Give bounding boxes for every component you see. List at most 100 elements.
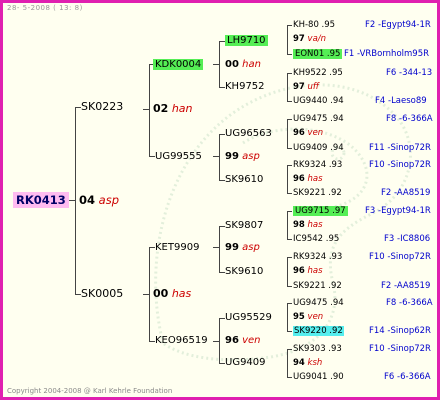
gen5-ring[interactable]: RK9324 .93 [293,160,342,170]
copyright-footer: Copyright 2004-2008 @ Karl Kehrle Founda… [7,387,173,395]
gen5-ring[interactable]: UG9041 .90 [293,372,344,382]
gen3-ring[interactable]: KET9909 [155,242,199,254]
gen5-ring-label[interactable]: UG9715 .97 [293,206,348,216]
gen5-ring[interactable]: UG9475 .94 [293,114,344,124]
gen3-note: asp [242,151,260,162]
gen5-year: 96 [293,266,305,276]
gen5-location: F1 -VRBornholm95R [344,49,430,59]
gen3-ring[interactable]: KDK0004 [153,59,204,71]
gen5-stats: 95 ven [293,312,323,322]
gen3-ring[interactable]: KEO96519 [155,335,208,347]
gen4-ring[interactable]: KH9752 [225,81,265,93]
gen3-year: 99 [225,151,239,162]
gen3-stats: 99 asp [225,151,260,163]
gen5-location: F2 -Egypt94-1R [365,20,431,30]
gen4-ring[interactable]: UG95529 [225,312,272,324]
gen4-ring[interactable]: UG9409 [225,357,266,369]
gen5-location: F11 -Sinop72R [369,143,431,153]
pedigree-frame: 28- 5-2008 ( 13: 8) RK0413 04 asp SK0223… [0,0,440,400]
gen5-note: uff [307,82,320,92]
gen5-location: F3 -Egypt94-1R [365,206,431,216]
gen5-ring[interactable]: IC9542 .95 [293,234,339,244]
gen5-stats: 96 has [293,266,323,276]
gen5-ring-label[interactable]: SK9220 .92 [293,326,344,336]
gen5-note: ven [307,128,324,138]
gen5-ring[interactable]: RK9324 .93 [293,252,342,262]
gen4-ring[interactable]: UG96563 [225,128,272,140]
dam-stats: 00 has [153,288,191,300]
gen5-stats: 96 has [293,174,323,184]
gen4-year: 00 [225,59,239,70]
gen5-ring[interactable]: UG9440 .94 [293,96,344,106]
root-pigeon[interactable]: RK0413 [13,192,69,208]
root-stats: 04 asp [79,194,119,206]
gen5-location: F14 -Sinop62R [369,326,431,336]
gen3-note: ven [242,335,261,346]
gen5-ring[interactable]: SK9220 .92 [293,326,344,336]
sire-ring[interactable]: SK0223 [81,101,123,113]
gen5-stats: 97 uff [293,82,319,92]
gen5-note: va/n [307,34,327,44]
gen5-location: F6 -344-13 [386,68,433,78]
gen5-note: has [307,266,323,276]
gen4-stats: 00 han [225,59,261,71]
dam-year: 00 [153,287,169,300]
gen5-location: F8 -6-366A [386,114,433,124]
root-year: 04 [79,193,96,207]
gen3-note: asp [242,242,260,253]
gen4-ring[interactable]: SK9807 [225,220,263,232]
gen5-year: 97 [293,34,305,44]
root-ring[interactable]: RK0413 [13,192,69,208]
gen4-note: han [242,59,261,70]
gen5-ring-label[interactable]: EON01 .95 [293,49,343,59]
gen5-ring[interactable]: KH-80 .95 [293,20,335,30]
gen5-note: ksh [307,358,323,368]
gen5-stats: 97 va/n [293,34,326,44]
gen5-year: 96 [293,128,305,138]
sire-stats: 02 han [153,103,193,115]
dam-note: has [171,287,192,300]
gen3-year: 96 [225,335,239,346]
root-note: asp [98,193,120,207]
gen5-location: F2 -AA8519 [381,188,431,198]
gen5-ring[interactable]: KH9522 .95 [293,68,343,78]
gen3-ring[interactable]: UG99555 [155,151,202,163]
gen4-ring[interactable]: LH9710 [225,35,268,47]
gen5-location: F10 -Sinop72R [369,252,431,262]
gen5-note: has [307,220,323,230]
gen5-note: has [307,174,323,184]
gen5-ring[interactable]: EON01 .95 [293,49,343,59]
gen5-ring[interactable]: SK9303 .93 [293,344,342,354]
gen5-stats: 96 ven [293,128,323,138]
gen5-ring[interactable]: SK9221 .92 [293,281,342,291]
gen5-year: 95 [293,312,305,322]
gen5-ring[interactable]: UG9715 .97 [293,206,348,216]
gen4-ring[interactable]: SK9610 [225,174,263,186]
gen5-year: 98 [293,220,305,230]
dam-ring[interactable]: SK0005 [81,288,123,300]
gen3-stats: 99 asp [225,242,260,254]
gen4-ring[interactable]: SK9610 [225,266,263,278]
gen5-location: F10 -Sinop72R [369,344,431,354]
gen4-ring-label[interactable]: LH9710 [225,35,268,46]
gen5-ring[interactable]: UG9475 .94 [293,298,344,308]
sire-year: 02 [153,102,169,115]
gen5-ring[interactable]: SK9221 .92 [293,188,342,198]
gen3-year: 99 [225,242,239,253]
gen5-location: F6 -6-366A [384,372,431,382]
gen3-stats: 96 ven [225,335,261,347]
gen5-stats: 94 ksh [293,358,322,368]
sire-note: han [171,102,193,115]
gen3-ring-label[interactable]: KDK0004 [153,59,204,70]
gen5-location: F4 -Laeso89 [375,96,427,106]
gen5-location: F3 -IC8806 [384,234,431,244]
gen5-ring[interactable]: UG9409 .94 [293,143,344,153]
gen5-note: ven [307,312,324,322]
gen5-year: 96 [293,174,305,184]
gen5-location: F8 -6-366A [386,298,433,308]
gen5-location: F2 -AA8519 [381,281,431,291]
gen5-year: 94 [293,358,305,368]
timestamp: 28- 5-2008 ( 13: 8) [7,4,83,12]
gen5-stats: 98 has [293,220,323,230]
gen5-location: F10 -Sinop72R [369,160,431,170]
